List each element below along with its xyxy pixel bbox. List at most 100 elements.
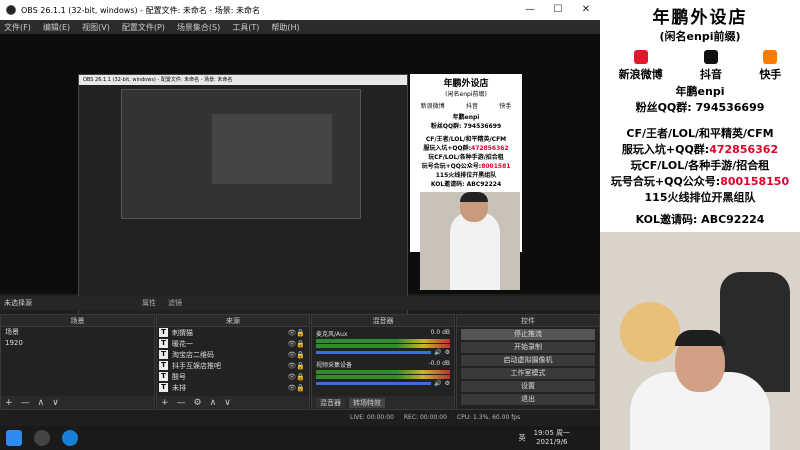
scene-up-button[interactable]: ∧ — [38, 398, 45, 408]
ad-line4-text: 玩号合玩+QQ公众号: — [610, 175, 721, 188]
text-source-icon: T — [159, 350, 168, 359]
minimize-button[interactable]: — — [516, 0, 544, 20]
ad-line4: 玩号合玩+QQ公众号:800158150 — [600, 174, 800, 190]
window-title-bar: OBS 26.1.1 (32-bit, windows) - 配置文件: 未命名… — [0, 0, 600, 20]
source-down-button[interactable]: ∨ — [224, 398, 231, 408]
ad-small-douyin: 抖音 — [465, 103, 478, 110]
exit-button[interactable]: 退出 — [461, 394, 595, 405]
eye-icon[interactable]: 👁🔒 — [287, 362, 305, 370]
weibo-label: 新浪微博 — [618, 68, 663, 81]
menu-help[interactable]: 帮助(H) — [271, 22, 299, 33]
source-label: 刺猬猫 — [172, 328, 193, 337]
plush-toy — [620, 302, 680, 362]
volume-slider[interactable] — [316, 382, 432, 385]
window-title: OBS 26.1.1 (32-bit, windows) - 配置文件: 未命名… — [21, 5, 261, 15]
no-source-bar: 未选择源 属性 滤镜 — [0, 296, 600, 310]
controls-header: 控件 — [457, 315, 599, 327]
mixer-header: 混音器 — [312, 315, 454, 327]
webcam-feed — [600, 232, 800, 450]
add-source-button[interactable]: + — [161, 398, 169, 408]
speaker-icon[interactable]: 🔊 — [434, 380, 441, 387]
add-scene-button[interactable]: + — [5, 398, 13, 408]
source-item[interactable]: T 未排 👁🔒 — [157, 382, 309, 393]
eye-icon[interactable]: 👁🔒 — [287, 340, 305, 348]
audio-meter — [316, 344, 450, 348]
tab-transitions[interactable]: 转场特效 — [349, 397, 385, 408]
menu-file[interactable]: 文件(F) — [4, 22, 31, 33]
scene-down-button[interactable]: ∨ — [52, 398, 59, 408]
douyin-icon — [703, 50, 718, 64]
stop-streaming-button[interactable]: 停止推流 — [461, 329, 595, 340]
volume-slider[interactable] — [316, 351, 432, 354]
ad-small-line1: CF/王者/LOL/和平精英/CFM — [425, 136, 507, 143]
maximize-button[interactable]: ☐ — [544, 0, 572, 20]
windows-start-icon[interactable] — [6, 430, 22, 446]
source-item[interactable]: T 暖花一 👁🔒 — [157, 338, 309, 349]
kuaishou-label: 快手 — [759, 68, 782, 81]
settings-button[interactable]: 设置 — [461, 381, 595, 392]
ad-small-title: 年鹏外设店 — [443, 79, 489, 89]
cpu-status: CPU: 1.3%, 60.00 fps — [456, 413, 521, 421]
ad-small-kuaishou: 快手 — [499, 103, 512, 110]
nested-inner-preview-2 — [212, 114, 332, 184]
audio-meter — [316, 339, 450, 343]
studio-mode-button[interactable]: 工作室模式 — [461, 368, 595, 379]
ad-small-weibo: 新浪微博 — [420, 103, 445, 110]
text-source-icon: T — [159, 328, 168, 337]
person-hair-small — [460, 192, 488, 202]
source-label: 酸号 — [172, 372, 186, 381]
source-item[interactable]: T 淘宝店二维码 👁🔒 — [157, 349, 309, 360]
webcam-small — [420, 192, 520, 290]
ad-line5: 115火线排位开黑组队 — [644, 191, 756, 204]
gear-icon[interactable]: ⚙ — [445, 349, 450, 356]
no-source-label: 未选择源 — [4, 299, 32, 307]
source-item[interactable]: T 抖手互娱店推吧 👁🔒 — [157, 360, 309, 371]
audio-meter — [316, 370, 450, 374]
ad-small-line2b: 472856362 — [471, 145, 509, 152]
source-label: 抖手互娱店推吧 — [172, 361, 221, 370]
source-item[interactable]: T 酸号 👁🔒 — [157, 371, 309, 382]
ad-line3: 玩CF/LOL/各种手游/招合租 — [630, 159, 770, 172]
properties-button[interactable]: 属性 — [142, 298, 156, 308]
menu-edit[interactable]: 编辑(E) — [43, 22, 70, 33]
audio-meter — [316, 375, 450, 379]
text-source-icon: T — [159, 372, 168, 381]
eye-icon[interactable]: 👁🔒 — [287, 351, 305, 359]
ad-small-line2a: 服玩入坑+QQ群: — [423, 145, 472, 152]
remove-source-button[interactable]: — — [177, 398, 186, 408]
filters-button[interactable]: 滤镜 — [168, 298, 182, 308]
scene-item[interactable]: 场景 — [1, 327, 154, 338]
obs-taskbar-icon[interactable] — [34, 430, 50, 446]
menu-scene-collection[interactable]: 场景集合(S) — [177, 22, 220, 33]
menu-view[interactable]: 视图(V) — [82, 22, 110, 33]
input-language[interactable]: 英 — [519, 433, 526, 443]
scene-item[interactable]: 1920 — [1, 338, 154, 349]
ad-line4-number: 800158150 — [720, 175, 790, 188]
start-virtualcam-button[interactable]: 启动虚拟摄像机 — [461, 355, 595, 366]
eye-icon[interactable]: 👁🔒 — [287, 384, 305, 392]
ad-subtitle: (闲名enpi前缀) — [659, 30, 741, 43]
gear-icon[interactable]: ⚙ — [445, 380, 450, 387]
douyin-link: 抖音 — [700, 50, 722, 82]
close-button[interactable]: ✕ — [572, 0, 600, 20]
track-db: 0.0 dB — [430, 329, 450, 336]
ad-title: 年鹏外设店 — [652, 8, 748, 28]
source-up-button[interactable]: ∧ — [210, 398, 217, 408]
taskbar: 英 19:05 周一 2021/9/6 — [0, 426, 600, 450]
eye-icon[interactable]: 👁🔒 — [287, 373, 305, 381]
start-recording-button[interactable]: 开始录制 — [461, 342, 595, 353]
eye-icon[interactable]: 👁🔒 — [287, 329, 305, 337]
tab-mixer[interactable]: 混音器 — [316, 397, 345, 408]
source-settings-button[interactable]: ⚙ — [194, 398, 202, 408]
ad-name: 年鹏enpi — [675, 85, 725, 98]
remove-scene-button[interactable]: — — [21, 398, 30, 408]
ad-small-name: 年鹏enpi — [452, 114, 480, 121]
mixer-track: 麦克风/Aux 0.0 dB 🔊 ⚙ — [312, 327, 454, 358]
source-item[interactable]: T 刺猬猫 👁🔒 — [157, 327, 309, 338]
preview-canvas[interactable]: OBS 26.1.1 (32-bit, windows) - 配置文件: 未命名… — [0, 34, 600, 324]
menu-profile[interactable]: 配置文件(P) — [122, 22, 165, 33]
speaker-icon[interactable]: 🔊 — [434, 349, 441, 356]
app-taskbar-icon[interactable] — [62, 430, 78, 446]
menu-tools[interactable]: 工具(T) — [232, 22, 259, 33]
source-label: 暖花一 — [172, 339, 193, 348]
